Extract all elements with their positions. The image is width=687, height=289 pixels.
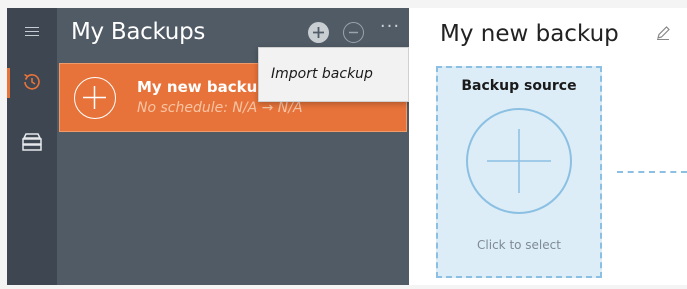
backup-schedule: No schedule: N/A → N/A: [137, 100, 303, 116]
add-backup-icon: [74, 77, 116, 119]
add-icon[interactable]: [308, 22, 329, 43]
list-title: My Backups: [71, 19, 206, 45]
history-clock-icon[interactable]: [7, 71, 57, 93]
add-source-icon[interactable]: [466, 108, 572, 214]
sidebar-rail: [7, 8, 57, 285]
backup-name: My new backup: [137, 78, 269, 96]
edit-pencil-icon[interactable]: [655, 25, 671, 45]
import-backup-menu-item[interactable]: Import backup: [271, 66, 373, 82]
source-hint: Click to select: [477, 238, 561, 252]
page-title: My new backup: [440, 21, 619, 47]
hamburger-menu-icon[interactable]: [7, 24, 57, 39]
storage-stack-icon[interactable]: [7, 132, 57, 152]
more-icon[interactable]: ···: [377, 16, 403, 37]
context-menu: Import backup: [258, 47, 409, 102]
flow-connector: [617, 171, 687, 173]
backup-source-card[interactable]: Backup source Click to select: [436, 66, 602, 278]
source-title: Backup source: [461, 78, 577, 94]
remove-icon[interactable]: [343, 22, 364, 43]
backup-detail-pane: My new backup Backup source Click to sel…: [409, 8, 687, 285]
